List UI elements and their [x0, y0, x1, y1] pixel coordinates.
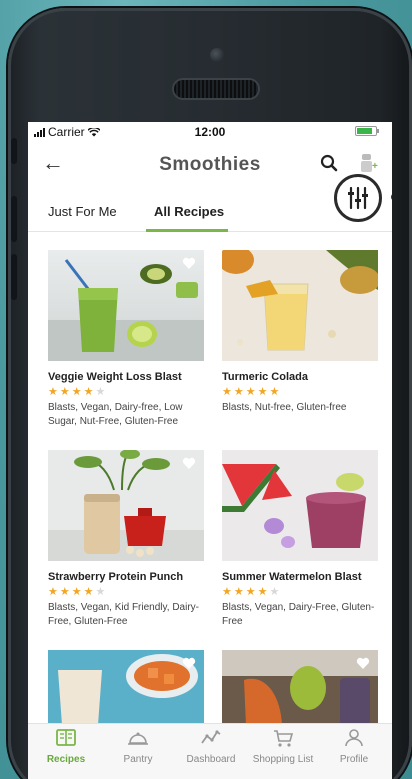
recipe-name: Veggie Weight Loss Blast [48, 371, 182, 383]
heart-icon[interactable] [182, 256, 196, 270]
recipe-image-pear-smoothie [222, 650, 378, 725]
star-rating: ★★★★★ [48, 386, 108, 398]
volume-down-button [11, 254, 17, 300]
recipe-card-strawberry[interactable]: Strawberry Protein Punch ★★★★★ Blasts, V… [48, 450, 204, 629]
recipe-name: Turmeric Colada [222, 371, 308, 383]
recipe-image-protein-punch [48, 450, 204, 561]
recipe-tags: Blasts, Vegan, Dairy-free, Low Sugar, Nu… [48, 402, 183, 427]
recipe-card-turmeric[interactable]: Turmeric Colada ★★★★★ Blasts, Nut-free, … [222, 250, 378, 415]
tabbar-item-profile[interactable]: Profile [318, 728, 390, 765]
earpiece-speaker [174, 80, 258, 98]
search-icon[interactable] [320, 154, 338, 172]
svg-text:+: + [372, 161, 378, 172]
sliders-icon [348, 186, 368, 210]
recipe-image-squash-smoothie [48, 650, 204, 725]
tabbar-label: Shopping List [252, 754, 314, 765]
app-screen: Carrier 12:00 ← Smoothies + Just For Me … [28, 122, 392, 779]
callout-dot [391, 193, 392, 201]
cart-icon [274, 730, 294, 747]
star-rating: ★★★★★ [222, 386, 282, 398]
tabbar-label: Dashboard [186, 754, 236, 765]
recipe-tags: Blasts, Nut-free, Gluten-free [222, 402, 347, 413]
user-icon [345, 729, 363, 747]
tabbar-label: Recipes [46, 754, 86, 765]
recipe-name: Strawberry Protein Punch [48, 571, 184, 583]
chart-line-icon [201, 730, 221, 744]
mute-switch [11, 138, 17, 164]
heart-icon[interactable] [182, 456, 196, 470]
recipe-image-watermelon [222, 450, 378, 561]
recipe-tags: Blasts, Vegan, Dairy-Free, Gluten-Free [222, 602, 375, 627]
tabbar-item-dashboard[interactable]: Dashboard [175, 728, 247, 765]
recipe-image-green-smoothie [48, 250, 204, 361]
volume-up-button [11, 196, 17, 242]
cloche-icon [128, 732, 148, 745]
front-camera [210, 48, 224, 62]
recipe-name: Summer Watermelon Blast [222, 571, 362, 583]
tab-all-recipes[interactable]: All Recipes [154, 204, 224, 219]
recipe-card-partial-2[interactable] [222, 650, 378, 725]
recipe-card-partial-1[interactable] [48, 650, 204, 725]
recipe-card-watermelon[interactable]: Summer Watermelon Blast ★★★★★ Blasts, Ve… [222, 450, 378, 629]
avatar-plus-icon[interactable]: + [358, 152, 380, 174]
tabbar-item-pantry[interactable]: Pantry [102, 728, 174, 765]
recipe-grid: Veggie Weight Loss Blast ★★★★★ Blasts, V… [28, 233, 392, 725]
tabbar-item-recipes[interactable]: Recipes [30, 728, 102, 765]
status-bar: Carrier 12:00 [28, 122, 392, 140]
tabbar-item-shopping-list[interactable]: Shopping List [247, 728, 319, 765]
recipe-tags: Blasts, Vegan, Kid Friendly, Dairy-Free,… [48, 602, 199, 627]
bottom-tab-bar: Recipes Pantry Dashboard Shopping List P… [28, 723, 392, 779]
star-rating: ★★★★★ [222, 586, 282, 598]
recipe-card-veggie[interactable]: Veggie Weight Loss Blast ★★★★★ Blasts, V… [48, 250, 204, 429]
tabbar-label: Pantry [123, 754, 153, 765]
tab-just-for-me[interactable]: Just For Me [48, 204, 117, 219]
heart-icon[interactable] [182, 656, 196, 670]
filter-button[interactable] [334, 174, 382, 222]
status-time: 12:00 [194, 125, 226, 139]
recipe-image-colada [222, 250, 378, 361]
book-icon [56, 729, 76, 746]
star-rating: ★★★★★ [48, 586, 108, 598]
active-tab-indicator [146, 229, 228, 232]
heart-icon[interactable] [356, 656, 370, 670]
battery-icon [355, 126, 379, 136]
tabbar-label: Profile [339, 754, 369, 765]
